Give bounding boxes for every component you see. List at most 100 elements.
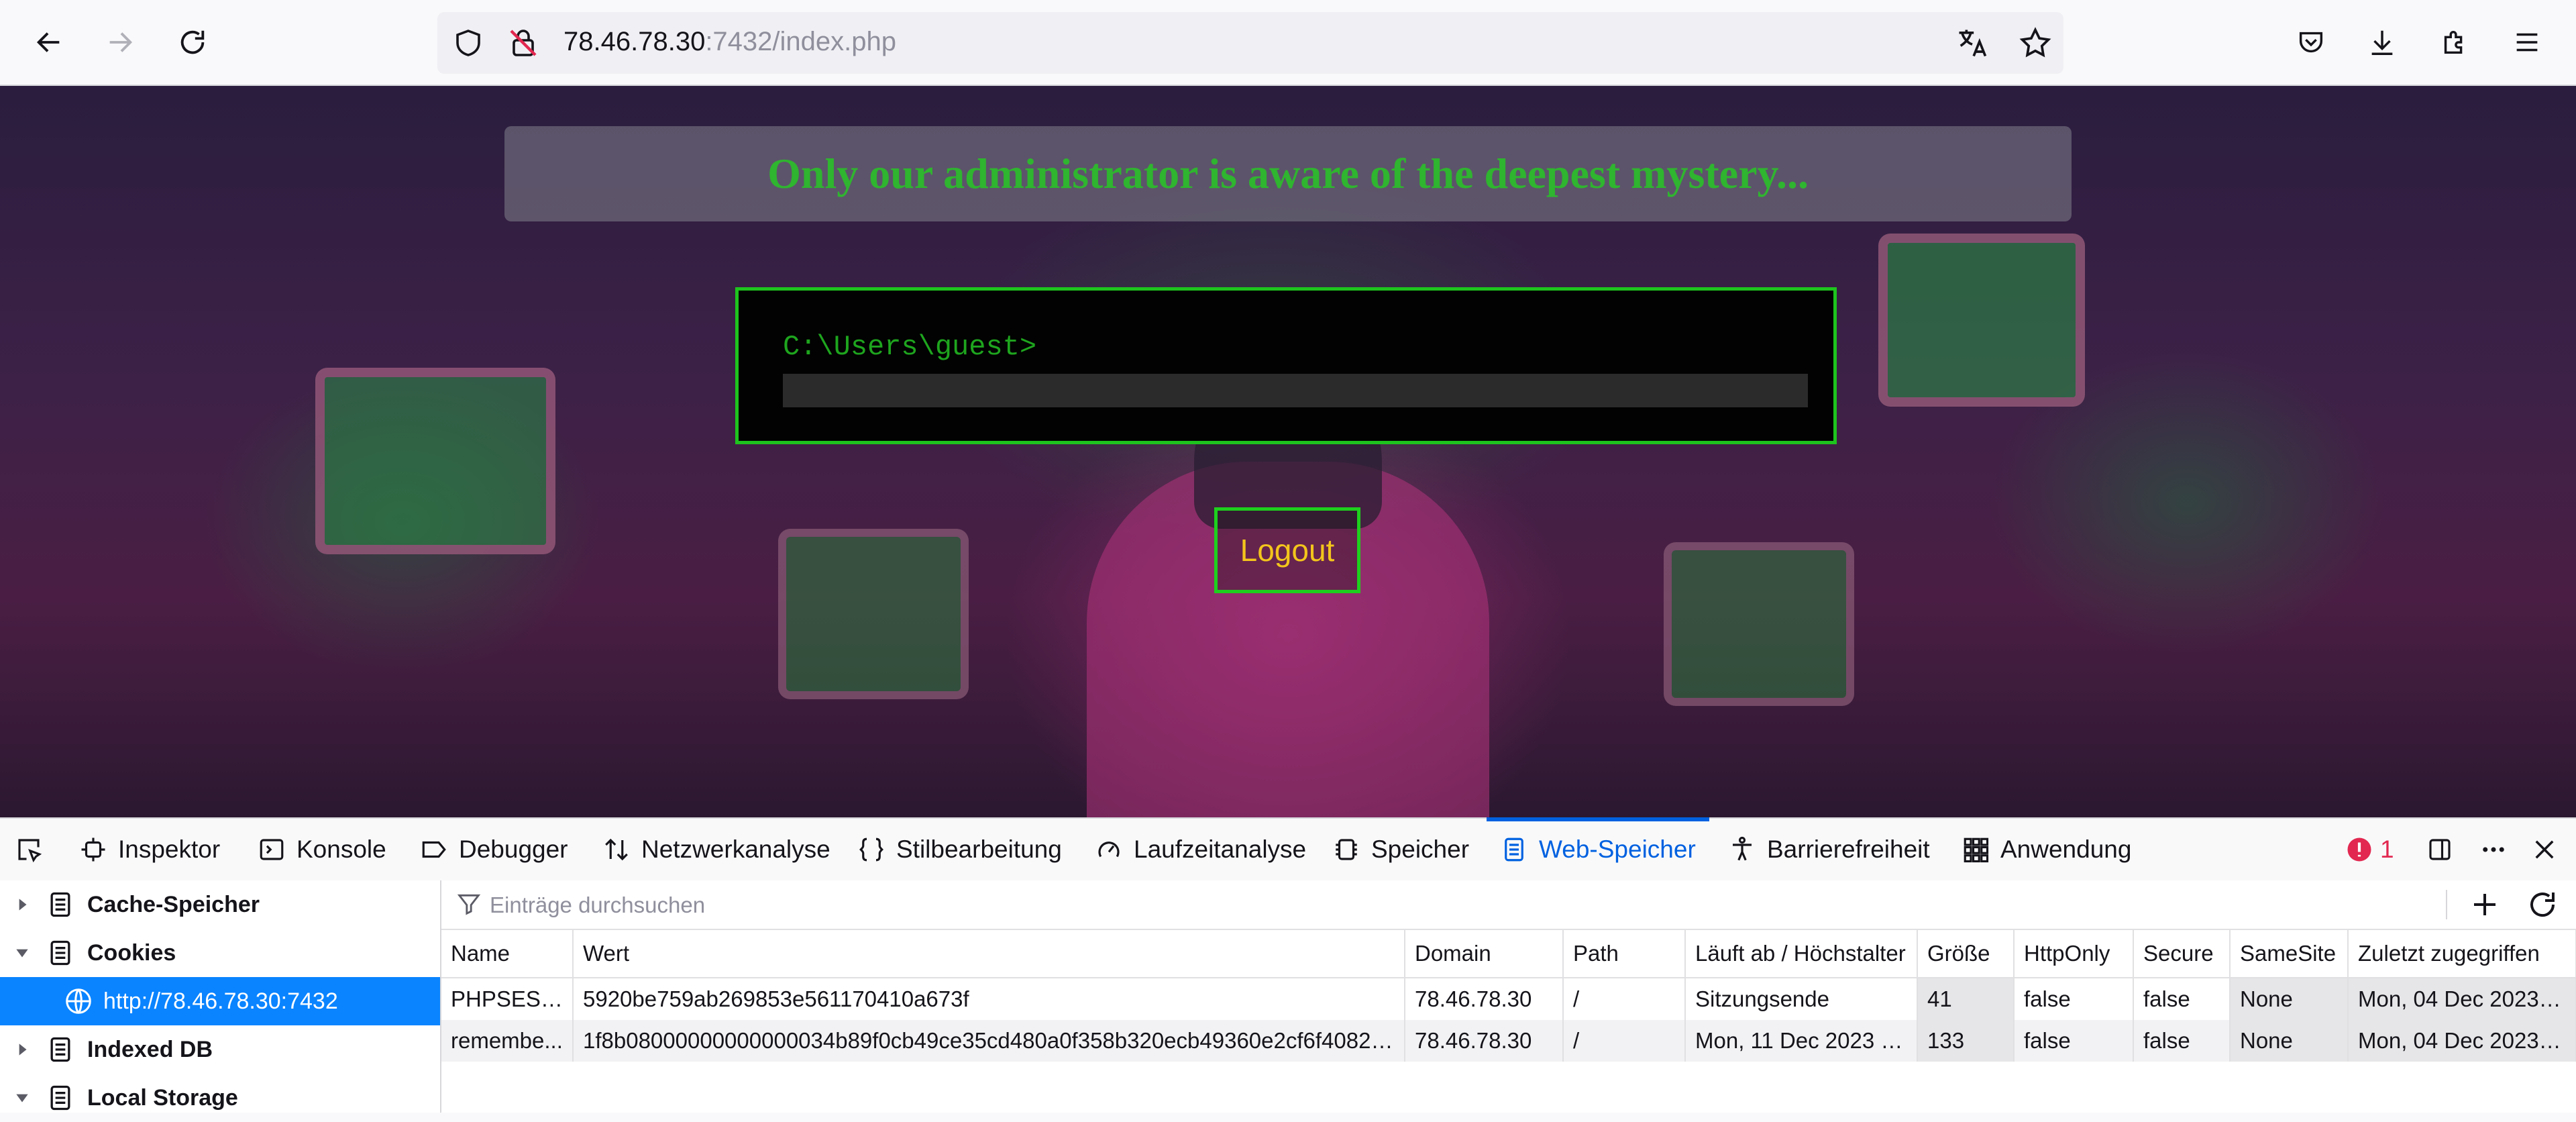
- tree-label: Indexed DB: [87, 1036, 213, 1062]
- table-cell[interactable]: None: [2230, 978, 2349, 1020]
- tree-item-cookies[interactable]: Cookies: [0, 929, 440, 977]
- column-header[interactable]: Path: [1563, 930, 1686, 978]
- add-icon[interactable]: [2469, 888, 2501, 921]
- browser-toolbar: 78.46.78.30:7432/index.php: [0, 0, 2576, 86]
- hamburger-menu-icon: [2516, 33, 2538, 52]
- banner: Only our administrator is aware of the d…: [504, 126, 2072, 221]
- chevron-down-icon[interactable]: [13, 944, 31, 962]
- table-cell[interactable]: 78.46.78.30: [1405, 1020, 1564, 1062]
- tree-item-cache[interactable]: Cache-Speicher: [0, 880, 440, 929]
- table-cell[interactable]: remembe...: [441, 1020, 574, 1062]
- application-icon: [1964, 837, 1989, 863]
- table-cell[interactable]: /: [1563, 1020, 1686, 1062]
- table-cell[interactable]: 1f8b08000000000000034b89f0cb49ce35cd480a…: [573, 1020, 1405, 1062]
- column-header[interactable]: SameSite: [2230, 930, 2349, 978]
- column-header[interactable]: Wert: [573, 930, 1405, 978]
- pocket-button[interactable]: [2288, 19, 2334, 66]
- column-header[interactable]: Zuletzt zugegriffen: [2348, 930, 2576, 978]
- tab-laufzeitanalyse[interactable]: Laufzeitanalyse: [1095, 819, 1306, 880]
- menu-button[interactable]: [2504, 19, 2551, 66]
- table-cell[interactable]: /: [1563, 978, 1686, 1020]
- table-cell[interactable]: Mon, 04 Dec 2023 1...: [2348, 978, 2576, 1020]
- back-button[interactable]: [25, 19, 72, 66]
- tree-label: Cache-Speicher: [87, 891, 260, 917]
- table-cell[interactable]: None: [2230, 1020, 2349, 1062]
- logout-button[interactable]: Logout: [1214, 507, 1360, 593]
- column-header[interactable]: Läuft ab / Höchstalter: [1685, 930, 1918, 978]
- tree-label: http://78.46.78.30:7432: [103, 988, 338, 1014]
- table-cell[interactable]: Mon, 11 Dec 2023 1...: [1685, 1020, 1918, 1062]
- refresh-icon[interactable]: [2526, 888, 2559, 921]
- table-cell[interactable]: 5920be759ab269853e561170410a673f: [573, 978, 1405, 1020]
- dock-toggle-button[interactable]: [2426, 819, 2465, 880]
- insecure-lock-icon[interactable]: [507, 27, 539, 59]
- column-header[interactable]: Domain: [1405, 930, 1564, 978]
- tab-netzwerkanalyse[interactable]: Netzwerkanalyse: [602, 819, 830, 880]
- table-cell[interactable]: PHPSESSID: [441, 978, 574, 1020]
- table-cell[interactable]: false: [2014, 978, 2134, 1020]
- tree-label: Cookies: [87, 939, 176, 966]
- tree-item-indexed-db[interactable]: Indexed DB: [0, 1025, 440, 1074]
- reload-button[interactable]: [169, 19, 216, 66]
- tree-item-local-storage[interactable]: Local Storage: [0, 1074, 440, 1122]
- accessibility-icon: [1733, 836, 1752, 861]
- tab-label: Netzwerkanalyse: [641, 835, 830, 863]
- translate-icon[interactable]: [1955, 26, 1990, 60]
- ellipsis-icon: [2483, 847, 2504, 852]
- tab-speicher[interactable]: Speicher: [1332, 819, 1469, 880]
- chevron-down-icon[interactable]: [13, 1089, 31, 1107]
- forward-button[interactable]: [97, 19, 144, 66]
- url-bar[interactable]: 78.46.78.30:7432/index.php: [437, 12, 2063, 74]
- bookmark-star-icon[interactable]: [2018, 26, 2053, 60]
- tab-web-speicher[interactable]: Web-Speicher: [1500, 819, 1696, 880]
- divider: [2446, 890, 2447, 919]
- chevron-right-icon[interactable]: [13, 896, 31, 913]
- chevron-right-icon[interactable]: [13, 1041, 31, 1058]
- tab-label: Barrierefreiheit: [1767, 835, 1930, 863]
- table-cell[interactable]: false: [2133, 978, 2231, 1020]
- table-cell[interactable]: false: [2133, 1020, 2231, 1062]
- table-cell[interactable]: false: [2014, 1020, 2134, 1062]
- tree-item-cookie-origin[interactable]: http://78.46.78.30:7432: [0, 977, 440, 1025]
- table-cell[interactable]: 133: [1917, 1020, 2015, 1062]
- network-icon: [605, 838, 628, 861]
- extensions-button[interactable]: [2431, 19, 2478, 66]
- tab-inspektor[interactable]: Inspektor: [79, 819, 220, 880]
- error-count: 1: [2380, 835, 2394, 863]
- command-input[interactable]: [783, 374, 1808, 407]
- tab-debugger[interactable]: Debugger: [420, 819, 568, 880]
- active-tab-indicator: [1487, 817, 1709, 821]
- url-text[interactable]: 78.46.78.30:7432/index.php: [564, 27, 896, 57]
- error-count-badge[interactable]: 1: [2345, 819, 2394, 880]
- style-editor-icon: [859, 837, 883, 862]
- element-picker-button[interactable]: [15, 819, 54, 880]
- table-cell[interactable]: Mon, 04 Dec 2023 1...: [2348, 1020, 2576, 1062]
- tab-anwendung[interactable]: Anwendung: [1962, 819, 2131, 880]
- column-header[interactable]: Secure: [2133, 930, 2231, 978]
- filter-input[interactable]: [488, 888, 2436, 922]
- console-icon: [260, 839, 284, 860]
- column-header[interactable]: Größe: [1917, 930, 2015, 978]
- memory-icon: [1336, 839, 1357, 860]
- table-cell[interactable]: Sitzungsende: [1685, 978, 1918, 1020]
- close-devtools-button[interactable]: [2530, 819, 2569, 880]
- table-row[interactable]: PHPSESSID 5920be759ab269853e561170410a67…: [441, 978, 2576, 1020]
- downloads-button[interactable]: [2359, 19, 2406, 66]
- tab-label: Inspektor: [118, 835, 221, 863]
- download-icon: [2371, 30, 2393, 55]
- table-cell[interactable]: 41: [1917, 978, 2015, 1020]
- more-options-button[interactable]: [2479, 819, 2518, 880]
- table-row[interactable]: remembe... 1f8b08000000000000034b89f0cb4…: [441, 1020, 2576, 1062]
- tab-stilbearbeitung[interactable]: Stilbearbeitung: [857, 819, 1062, 880]
- tab-barrierefreiheit[interactable]: Barrierefreiheit: [1728, 819, 1930, 880]
- tab-konsole[interactable]: Konsole: [258, 819, 386, 880]
- tab-label: Konsole: [297, 835, 386, 863]
- cookie-table: Name Wert Domain Path Läuft ab / Höchsta…: [441, 930, 2576, 1113]
- tab-label: Debugger: [459, 835, 568, 863]
- table-cell[interactable]: 78.46.78.30: [1405, 978, 1564, 1020]
- column-header[interactable]: Name: [441, 930, 574, 978]
- column-header[interactable]: HttpOnly: [2014, 930, 2134, 978]
- tab-label: Web-Speicher: [1539, 835, 1696, 863]
- filter-icon: [457, 894, 481, 915]
- shield-icon[interactable]: [452, 27, 484, 59]
